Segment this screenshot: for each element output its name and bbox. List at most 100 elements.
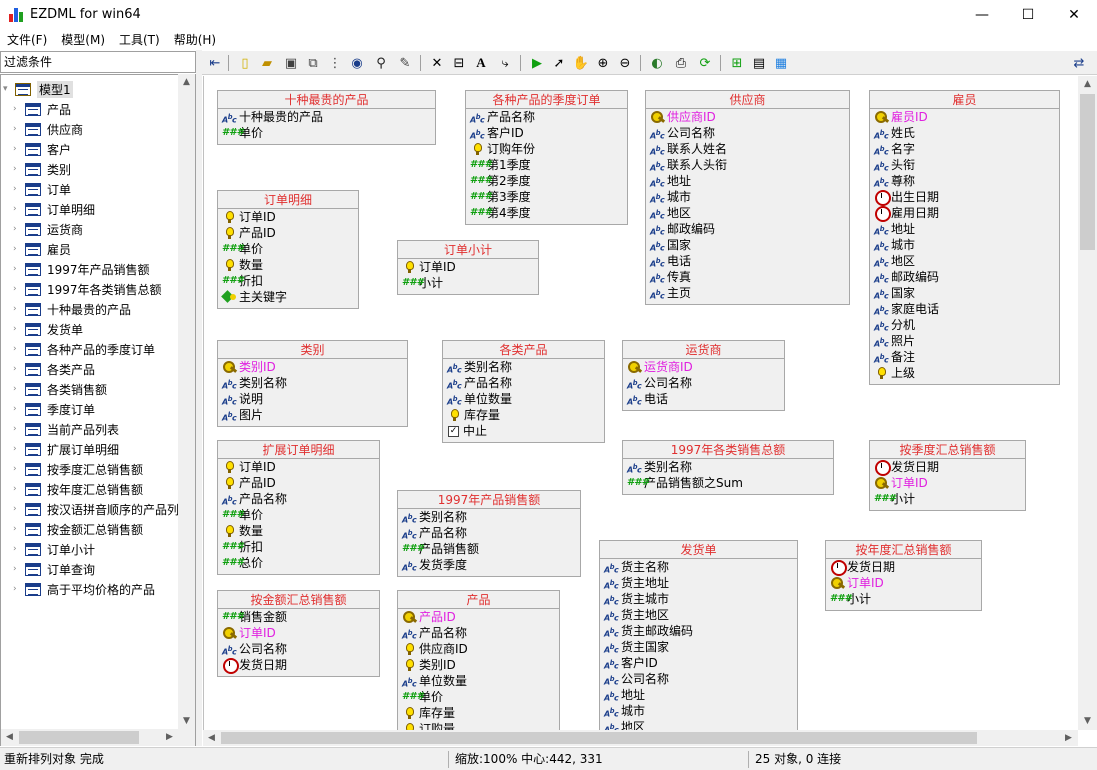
entity-e3[interactable]: 供应商 供应商ID Abc 公司名称 Abc 联系人姓名 Abc 联系人头衔 Abc 地址 Abc 城… (645, 90, 850, 305)
add-table-icon[interactable]: ⊟ (450, 54, 468, 72)
expand-icon[interactable]: › (13, 544, 21, 554)
expand-icon[interactable]: › (13, 164, 21, 174)
toggle-panel-icon[interactable]: ⇤ (206, 54, 224, 72)
expand-icon[interactable]: › (13, 244, 21, 254)
tree-item[interactable]: › 按汉语拼音顺序的产品列表 (1, 499, 191, 519)
tree-item[interactable]: › 类别 (1, 159, 71, 179)
tree-item[interactable]: › 扩展订单明细 (1, 439, 119, 459)
print-icon[interactable]: ⎙ (672, 54, 690, 72)
add-text-icon[interactable]: A (472, 54, 490, 72)
tree-item[interactable]: › 十种最贵的产品 (1, 299, 131, 319)
tree-item[interactable]: › 订单 (1, 179, 71, 199)
maximize-button[interactable]: ☐ (1005, 0, 1051, 30)
tree-item[interactable]: › 季度订单 (1, 399, 95, 419)
entity-e15[interactable]: 按年度汇总销售额 发货日期 订单ID ### 小计 (825, 540, 982, 611)
close-button[interactable]: ✕ (1051, 0, 1097, 30)
canvas-vscroll-thumb[interactable] (1080, 94, 1095, 250)
arrange-icon[interactable]: ⊞ (728, 54, 746, 72)
delete-icon[interactable]: ✕ (428, 54, 446, 72)
entity-e7[interactable]: 类别 类别ID Abc 类别名称 Abc 说明 Abc 图片 (217, 340, 408, 427)
menu-help[interactable]: 帮助(H) (167, 30, 223, 50)
expand-icon[interactable]: › (13, 564, 21, 574)
tree-item[interactable]: › 供应商 (1, 119, 83, 139)
entity-e12[interactable]: 按季度汇总销售额 发货日期 订单ID ### 小计 (869, 440, 1026, 511)
expand-icon[interactable]: › (13, 124, 21, 134)
fit-screen-icon[interactable]: ▦ (772, 54, 790, 72)
tree-vertical-scrollbar[interactable]: ▲ ▼ (178, 74, 195, 730)
menu-model[interactable]: 模型(M) (54, 30, 112, 50)
scroll-left-icon[interactable]: ◀ (203, 730, 220, 747)
entity-e10[interactable]: 扩展订单明细 订单ID 产品ID Abc 产品名称 ### 单价 数量 ### 折扣 ### 总价 (217, 440, 380, 575)
tree-item[interactable]: › 按季度汇总销售额 (1, 459, 143, 479)
entity-e17[interactable]: 产品 产品ID Abc 产品名称 供应商ID 类别ID Abc 单位数量 ### 单价 库存量 订购量 (397, 590, 560, 730)
entity-e2[interactable]: 各种产品的季度订单 Abc 产品名称 Abc 客户ID 订购年份 ### 第1季度 ### 第2季… (465, 90, 628, 225)
tree-item[interactable]: › 发货单 (1, 319, 83, 339)
canvas-hscroll-thumb[interactable] (221, 732, 977, 744)
expand-icon[interactable]: ▾ (3, 84, 11, 94)
tree-item[interactable]: › 订单小计 (1, 539, 95, 559)
expand-icon[interactable]: › (13, 484, 21, 494)
tree-item[interactable]: › 各种产品的季度订单 (1, 339, 155, 359)
select-pointer-icon[interactable]: ➚ (550, 54, 568, 72)
entity-e14[interactable]: 发货单 Abc 货主名称 Abc 货主地址 Abc 货主城市 Abc 货主地区 Abc 货主邮政编码… (599, 540, 798, 730)
tree-item[interactable]: › 运货商 (1, 219, 83, 239)
scroll-right-icon[interactable]: ▶ (161, 729, 178, 746)
expand-icon[interactable]: › (13, 524, 21, 534)
expand-icon[interactable]: › (13, 384, 21, 394)
expand-icon[interactable]: › (13, 424, 21, 434)
tree-item[interactable]: › 产品 (1, 99, 71, 119)
save-icon[interactable]: ▣ (282, 54, 300, 72)
scroll-up-icon[interactable]: ▲ (178, 74, 195, 91)
refresh-icon[interactable]: ⟳ (696, 54, 714, 72)
scroll-down-icon[interactable]: ▼ (1079, 713, 1096, 730)
entity-e1[interactable]: 十种最贵的产品 Abc 十种最贵的产品 ### 单价 (217, 90, 436, 145)
expand-icon[interactable]: › (13, 224, 21, 234)
scroll-right-icon[interactable]: ▶ (1060, 730, 1077, 747)
edit-icon[interactable]: ✎ (396, 54, 414, 72)
tree-item[interactable]: › 客户 (1, 139, 71, 159)
entity-e16[interactable]: 按金额汇总销售额 ### 销售金额 订单ID Abc 公司名称 发货日期 (217, 590, 380, 677)
panel-splitter[interactable] (196, 50, 202, 746)
database-icon[interactable]: ◉ (348, 54, 366, 72)
expand-icon[interactable]: › (13, 304, 21, 314)
scroll-down-icon[interactable]: ▼ (178, 713, 195, 730)
canvas-horizontal-scrollbar[interactable]: ◀ ▶ (203, 730, 1078, 746)
tree-horizontal-scrollbar[interactable]: ◀ ▶ (1, 729, 195, 746)
menu-file[interactable]: 文件(F) (0, 30, 54, 50)
find-icon[interactable]: ⚲ (372, 54, 390, 72)
zoom-in-icon[interactable]: ⊕ (594, 54, 612, 72)
tree-item[interactable]: › 高于平均价格的产品 (1, 579, 155, 599)
entity-e13[interactable]: 1997年产品销售额 Abc 类别名称 Abc 产品名称 ### 产品销售额 Abc 发货季度 (397, 490, 581, 577)
entity-e4[interactable]: 雇员 雇员ID Abc 姓氏 Abc 名字 Abc 头衔 Abc 尊称 出生日期 雇用日期 Abc 地址 A… (869, 90, 1060, 385)
tree-item[interactable]: › 按年度汇总销售额 (1, 479, 143, 499)
tree-hscroll-thumb[interactable] (19, 731, 139, 744)
add-link-icon[interactable]: ⤷ (496, 54, 514, 72)
tree-item[interactable]: › 1997年产品销售额 (1, 259, 150, 279)
expand-icon[interactable]: › (13, 104, 21, 114)
run-icon[interactable]: ▶ (528, 54, 546, 72)
tree-item[interactable]: › 雇员 (1, 239, 71, 259)
canvas-vertical-scrollbar[interactable]: ▲ ▼ (1078, 76, 1097, 730)
expand-icon[interactable]: › (13, 444, 21, 454)
tree-item[interactable]: › 1997年各类销售总额 (1, 279, 162, 299)
open-folder-icon[interactable]: ▰ (258, 54, 276, 72)
expand-icon[interactable]: › (13, 464, 21, 474)
expand-icon[interactable]: › (13, 404, 21, 414)
properties-icon[interactable]: ▤ (750, 54, 768, 72)
tree-item[interactable]: › 订单明细 (1, 199, 95, 219)
tree-item[interactable]: › 各类销售额 (1, 379, 107, 399)
expand-icon[interactable]: › (13, 204, 21, 214)
entity-e6[interactable]: 订单小计 订单ID ### 小计 (397, 240, 539, 295)
expand-icon[interactable]: › (13, 184, 21, 194)
menu-tools[interactable]: 工具(T) (112, 30, 167, 50)
tree-item[interactable]: › 订单查询 (1, 559, 95, 579)
expand-icon[interactable]: › (13, 144, 21, 154)
entity-e9[interactable]: 运货商 运货商ID Abc 公司名称 Abc 电话 (622, 340, 785, 411)
expand-icon[interactable]: › (13, 364, 21, 374)
expand-icon[interactable]: › (13, 584, 21, 594)
pan-hand-icon[interactable]: ✋ (572, 54, 590, 72)
new-file-icon[interactable]: ▯ (236, 54, 254, 72)
scroll-left-icon[interactable]: ◀ (1, 729, 18, 746)
scroll-up-icon[interactable]: ▲ (1079, 76, 1096, 93)
swap-panel-icon[interactable]: ⇄ (1070, 54, 1088, 72)
